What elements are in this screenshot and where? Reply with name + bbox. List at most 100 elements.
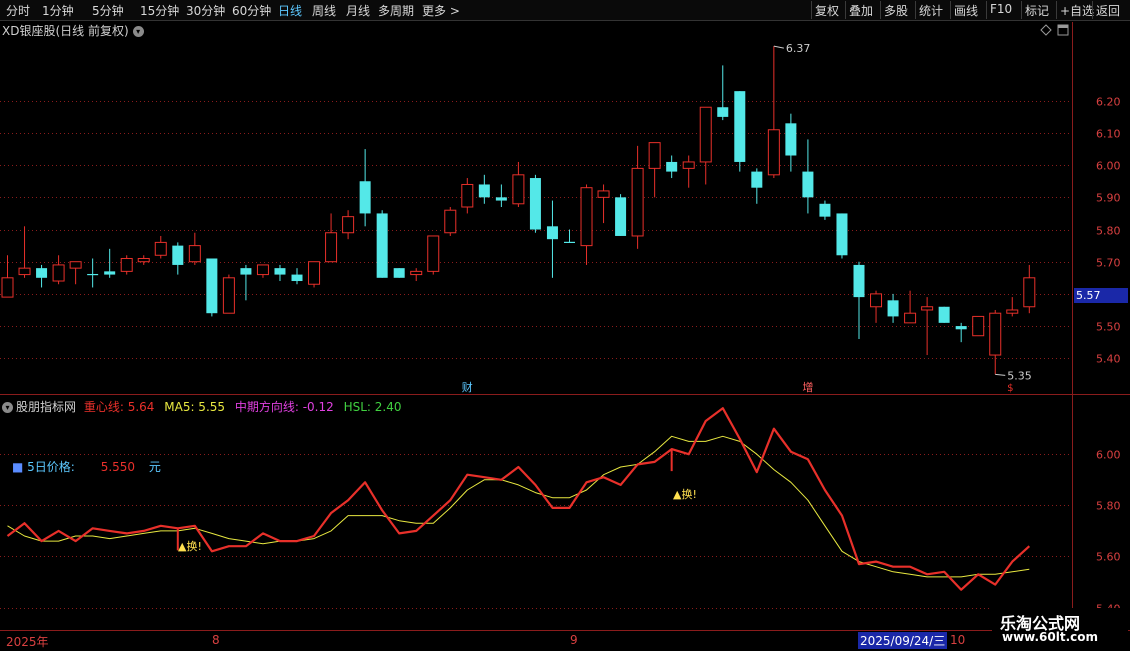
toolbar-button-8[interactable]: 返回	[1096, 2, 1120, 19]
indicator-tick-label: 5.60	[1096, 551, 1121, 564]
candle-body[interactable]	[461, 183, 474, 208]
candle-body[interactable]	[120, 257, 133, 272]
zhongqi-label: 中期方向线: -0.12	[234, 400, 334, 414]
candle-body[interactable]	[767, 129, 780, 176]
candle-body[interactable]	[444, 209, 457, 234]
candle-body[interactable]	[427, 235, 440, 272]
low-pointer	[995, 373, 1006, 376]
candle-body[interactable]	[836, 213, 848, 256]
tab-timeframe-9[interactable]: 多周期	[378, 2, 414, 19]
candle-body[interactable]	[734, 91, 746, 162]
toolbar-button-3[interactable]: 统计	[919, 2, 943, 19]
candle-body[interactable]	[308, 261, 321, 285]
toolbar-button-0[interactable]: 复权	[815, 2, 839, 19]
candle-body[interactable]	[785, 123, 797, 156]
toolbar-button-1[interactable]: 叠加	[849, 2, 873, 19]
tab-timeframe-7[interactable]: 周线	[312, 2, 336, 19]
candle-body[interactable]	[648, 142, 661, 169]
candle-body[interactable]	[597, 190, 610, 198]
price-tick-label: 6.00	[1096, 160, 1121, 173]
date-label-sep: 9	[570, 633, 578, 647]
candle-body[interactable]	[52, 264, 65, 282]
tab-timeframe-5[interactable]: 60分钟	[232, 2, 271, 19]
candle-body[interactable]	[802, 171, 814, 198]
candle-body[interactable]	[631, 167, 644, 237]
low-price-label: 5.35	[1007, 369, 1032, 382]
candle-body[interactable]	[325, 232, 338, 263]
candle-body[interactable]	[495, 197, 507, 201]
indicator-name[interactable]: 股朋指标网	[16, 400, 76, 414]
tab-timeframe-10[interactable]: 更多 >	[422, 2, 460, 19]
candle-body[interactable]	[699, 106, 712, 163]
toolbar-divider	[845, 1, 846, 19]
candle-body[interactable]	[342, 216, 355, 234]
candle-body[interactable]	[206, 258, 218, 314]
tab-timeframe-8[interactable]: 月线	[346, 2, 370, 19]
candle-body[interactable]	[393, 268, 405, 278]
tab-timeframe-6[interactable]: 日线	[278, 2, 302, 19]
candle-body[interactable]	[291, 274, 303, 282]
candle-body[interactable]	[1, 277, 14, 298]
candle-body[interactable]	[989, 312, 1002, 356]
candle-body[interactable]	[853, 264, 865, 298]
candle-body[interactable]	[921, 306, 934, 311]
toolbar-divider	[880, 1, 881, 19]
hsl-label: HSL: 2.40	[343, 400, 402, 414]
candle-body[interactable]	[154, 241, 167, 256]
toolbar-button-7[interactable]: +自选	[1060, 2, 1094, 19]
toolbar-divider	[915, 1, 916, 19]
candle-body[interactable]	[240, 268, 252, 275]
candle-body[interactable]	[819, 203, 831, 217]
watermark-url: www.60lt.com	[1002, 630, 1099, 644]
tab-timeframe-1[interactable]: 1分钟	[42, 2, 74, 19]
candle-body[interactable]	[104, 271, 116, 275]
price-tick-label: 6.10	[1096, 128, 1121, 141]
candle-body[interactable]	[615, 197, 627, 236]
candle-body[interactable]	[274, 268, 286, 275]
candle-body[interactable]	[69, 261, 82, 269]
candle-body[interactable]	[36, 268, 48, 278]
candle-body[interactable]	[359, 181, 371, 214]
kline-chart[interactable]: 6.20 6.10 6.00 5.90 5.80 5.70 5.60 5.50 5.40 6.00…	[0, 22, 1130, 630]
five-day-unit: 元	[148, 460, 161, 474]
candle-body[interactable]	[580, 187, 593, 247]
candle-body[interactable]	[172, 245, 184, 265]
candle-body[interactable]	[1006, 309, 1019, 314]
candle-body[interactable]	[1023, 277, 1036, 308]
candle-body[interactable]	[478, 184, 490, 198]
candle-body[interactable]	[717, 107, 729, 117]
date-label-oct: 10	[950, 633, 966, 647]
indicator-legend: ▾ 股朋指标网 重心线: 5.64 MA5: 5.55 中期方向线: -0.12 …	[2, 398, 402, 415]
candle-body[interactable]	[137, 257, 150, 263]
candle-body[interactable]	[410, 270, 423, 276]
candle-body[interactable]	[222, 277, 235, 314]
toolbar-button-4[interactable]: 画线	[954, 2, 978, 19]
candle-body[interactable]	[887, 300, 899, 317]
toolbar-button-2[interactable]: 多股	[884, 2, 908, 19]
chevron-down-icon[interactable]: ▾	[2, 402, 13, 413]
candle-body[interactable]	[546, 226, 558, 240]
high-pointer	[773, 45, 784, 49]
candle-body[interactable]	[972, 315, 985, 337]
candle-body[interactable]	[870, 293, 883, 308]
candle-body[interactable]	[512, 174, 525, 205]
candle-body[interactable]	[666, 161, 678, 172]
tab-timeframe-4[interactable]: 30分钟	[186, 2, 225, 19]
candle-body[interactable]	[188, 245, 201, 263]
candle-body[interactable]	[529, 178, 541, 230]
candle-body[interactable]	[938, 306, 950, 323]
toolbar-button-6[interactable]: 标记	[1025, 2, 1049, 19]
candle-body[interactable]	[955, 326, 967, 330]
candle-body[interactable]	[376, 213, 388, 278]
cursor-date: 2025/09/24/三	[858, 632, 948, 649]
zhongxin-line	[6, 407, 1031, 591]
candle-body[interactable]	[682, 161, 695, 169]
candle-body[interactable]	[18, 267, 31, 276]
tab-timeframe-0[interactable]: 分时	[6, 2, 30, 19]
candle-body[interactable]	[904, 312, 917, 324]
toolbar-button-5[interactable]: F10	[990, 2, 1012, 16]
tab-timeframe-3[interactable]: 15分钟	[140, 2, 179, 19]
candle-body[interactable]	[751, 171, 763, 188]
candle-body[interactable]	[256, 264, 269, 276]
tab-timeframe-2[interactable]: 5分钟	[92, 2, 124, 19]
